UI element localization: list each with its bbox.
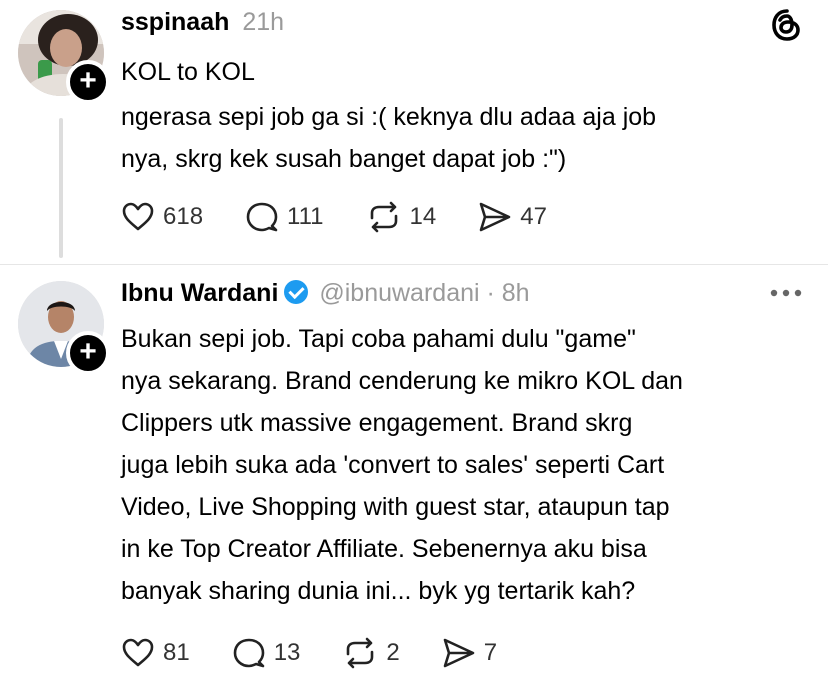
post-divider: [0, 264, 828, 265]
share-button[interactable]: 7: [442, 636, 497, 670]
reply-button[interactable]: 13: [232, 636, 301, 670]
post1-avatar[interactable]: +: [18, 10, 110, 104]
share-count: 47: [520, 203, 547, 230]
follow-plus-icon[interactable]: +: [66, 60, 110, 104]
comment-icon: [246, 202, 278, 232]
repost-count: 14: [409, 203, 437, 230]
post2-avatar[interactable]: +: [18, 281, 110, 375]
post1-header: sspinaah 21h: [121, 8, 284, 37]
reply-count: 13: [273, 639, 301, 666]
post2-line: in ke Top Creator Affiliate. Sebenernya …: [121, 535, 647, 563]
comment-icon: [233, 638, 265, 668]
repost-icon: [347, 637, 374, 669]
heart-icon: [122, 202, 154, 231]
like-count: 618: [163, 203, 204, 230]
post2-username[interactable]: Ibnu Wardani: [121, 279, 278, 307]
share-count: 7: [483, 639, 498, 666]
repost-button[interactable]: 2: [342, 636, 400, 670]
post1-line: nya, skrg kek susah banget dapat job :"): [121, 145, 567, 173]
verified-badge-icon: [284, 280, 309, 304]
repost-count: 2: [386, 639, 400, 666]
post2-line: banyak sharing dunia ini... byk yg terta…: [121, 577, 636, 605]
post2-handle[interactable]: @ibnuwardani · 8h: [319, 279, 529, 307]
post1-text: ngerasa sepi job ga si :( keknya dlu ada…: [121, 96, 656, 180]
post2-line: juga lebih suka ada 'convert to sales' s…: [121, 451, 665, 479]
repost-button[interactable]: 14: [366, 200, 437, 234]
reply-button[interactable]: 111: [245, 200, 324, 234]
post1-username[interactable]: sspinaah: [121, 8, 229, 36]
post2-line: nya sekarang. Brand cenderung ke mikro K…: [121, 367, 683, 395]
post2-line: Bukan sepi job. Tapi coba pahami dulu "g…: [121, 325, 636, 353]
post2-header: Ibnu Wardani @ibnuwardani · 8h: [121, 279, 530, 308]
more-options-icon[interactable]: [768, 285, 804, 301]
post1-title: KOL to KOL: [121, 58, 255, 86]
threads-logo-icon[interactable]: [770, 8, 804, 42]
send-icon: [479, 202, 511, 232]
reply-count: 111: [287, 203, 324, 230]
follow-plus-icon[interactable]: +: [66, 331, 110, 375]
post2-line: Video, Live Shopping with guest star, at…: [121, 493, 670, 521]
like-button[interactable]: 81: [121, 636, 190, 670]
repost-icon: [370, 201, 397, 233]
post2-line: Clippers utk massive engagement. Brand s…: [121, 409, 633, 437]
share-button[interactable]: 47: [478, 200, 547, 234]
post1-actions: 618 111 14 47: [121, 200, 589, 234]
post1-time: 21h: [242, 8, 285, 36]
heart-icon: [122, 638, 154, 667]
like-count: 81: [163, 639, 190, 666]
post1-line: ngerasa sepi job ga si :( keknya dlu ada…: [121, 103, 657, 131]
post2-actions: 81 13 2 7: [121, 636, 539, 670]
send-icon: [443, 638, 475, 668]
post2-text: Bukan sepi job. Tapi coba pahami dulu "g…: [121, 318, 683, 612]
like-button[interactable]: 618: [121, 200, 203, 234]
thread-line: [59, 118, 63, 258]
